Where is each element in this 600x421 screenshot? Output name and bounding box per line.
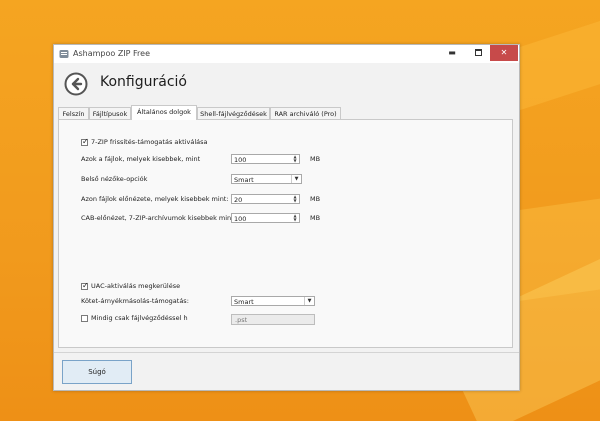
files-smaller-input[interactable]: 100 ▲ ▼ <box>231 154 300 164</box>
preview-smaller-unit: MB <box>310 195 321 203</box>
preview-smaller-label: Azon fájlok előnézete, melyek kisebbek m… <box>81 195 229 203</box>
cab-preview-input[interactable]: 100 ▲ ▼ <box>231 213 300 223</box>
always-extension-checkbox[interactable] <box>81 315 88 322</box>
zip7-support-label: 7-ZIP frissítés-támogatás aktiválása <box>91 138 208 146</box>
files-smaller-label: Azok a fájlok, melyek kisebbek, mint <box>81 155 201 163</box>
check-icon: ✓ <box>82 281 89 290</box>
close-icon: ✕ <box>500 48 508 57</box>
check-icon: ✓ <box>82 137 89 146</box>
uac-bypass-label: UAC-aktiválás megkerülése <box>91 282 181 290</box>
volume-shadow-label: Kötet-árnyékmásolás-támogatás: <box>81 297 189 305</box>
volume-shadow-value: Smart <box>234 298 254 306</box>
extension-input[interactable]: .pst <box>231 314 315 325</box>
cab-preview-label: CAB-előnézet, 7-ZIP-archívumok kisebbek … <box>81 214 236 222</box>
chevron-down-icon: ▼ <box>291 175 301 183</box>
cab-preview-spinner[interactable]: ▲ ▼ <box>291 214 299 222</box>
always-extension-label: Mindig csak fájlvégződéssel h <box>91 314 188 322</box>
tab-altalanos-dolgok[interactable]: Általános dolgok <box>131 105 197 120</box>
preview-smaller-input[interactable]: 20 ▲ ▼ <box>231 194 300 204</box>
zip7-support-checkbox[interactable]: ✓ <box>81 137 89 146</box>
ashampoo-zip-icon <box>59 50 69 58</box>
files-smaller-unit: MB <box>310 155 321 163</box>
internal-viewer-value: Smart <box>234 176 254 184</box>
cab-preview-value: 100 <box>234 215 247 223</box>
files-smaller-spinner[interactable]: ▲ ▼ <box>291 155 299 163</box>
back-arrow-icon[interactable] <box>64 72 88 96</box>
title-bar: Ashampoo ZIP Free ▬ ✕ <box>54 45 519 63</box>
extension-value: .pst <box>235 316 248 324</box>
spin-down-icon: ▼ <box>293 198 297 203</box>
volume-shadow-select[interactable]: Smart ▼ <box>231 296 315 306</box>
internal-viewer-select[interactable]: Smart ▼ <box>231 174 302 184</box>
close-button[interactable]: ✕ <box>490 45 518 61</box>
preview-smaller-value: 20 <box>234 196 243 204</box>
settings-panel: ✓ 7-ZIP frissítés-támogatás aktiválása A… <box>58 119 513 348</box>
internal-viewer-label: Belső nézőke-opciók <box>81 175 148 183</box>
config-window: Ashampoo ZIP Free ▬ ✕ Konfiguráció Felsz… <box>53 44 520 391</box>
maximize-button[interactable] <box>465 45 491 61</box>
spin-down-icon: ▼ <box>293 158 297 163</box>
help-button[interactable]: Súgó <box>62 360 132 384</box>
files-smaller-value: 100 <box>234 156 247 164</box>
minimize-icon: ▬ <box>448 48 456 57</box>
spin-down-icon: ▼ <box>293 217 297 222</box>
chevron-down-icon: ▼ <box>304 297 314 305</box>
maximize-icon <box>474 49 482 56</box>
minimize-button[interactable]: ▬ <box>439 45 465 61</box>
cab-preview-unit: MB <box>310 214 321 222</box>
window-title: Ashampoo ZIP Free <box>73 49 150 58</box>
preview-smaller-spinner[interactable]: ▲ ▼ <box>291 195 299 203</box>
footer-divider <box>54 352 519 353</box>
page-title: Konfiguráció <box>100 74 187 90</box>
uac-bypass-checkbox[interactable]: ✓ <box>81 281 89 290</box>
